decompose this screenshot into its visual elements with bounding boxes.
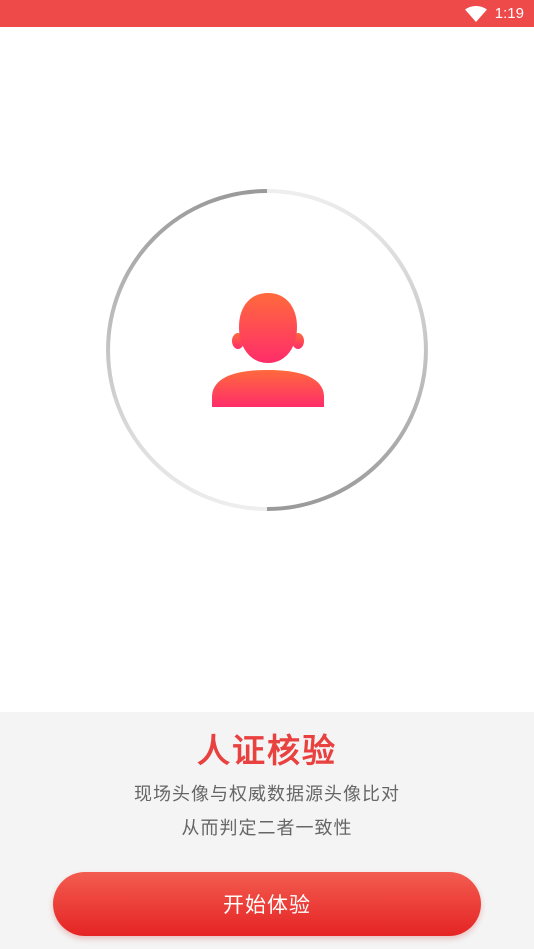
status-time: 1:19 bbox=[494, 5, 524, 22]
start-button-label: 开始体验 bbox=[223, 893, 311, 917]
info-panel: 人证核验 现场头像与权威数据源头像比对 从而判定二者一致性 开始体验 bbox=[0, 712, 534, 949]
status-bar: 1:19 bbox=[0, 0, 534, 27]
wifi-icon bbox=[464, 5, 487, 22]
person-avatar-icon bbox=[212, 293, 324, 407]
description-line-1: 现场头像与权威数据源头像比对 bbox=[134, 784, 400, 805]
page-title: 人证核验 bbox=[197, 731, 337, 770]
face-scan-area bbox=[0, 27, 534, 712]
start-button[interactable]: 开始体验 bbox=[53, 872, 481, 936]
description-line-2: 从而判定二者一致性 bbox=[181, 818, 353, 839]
